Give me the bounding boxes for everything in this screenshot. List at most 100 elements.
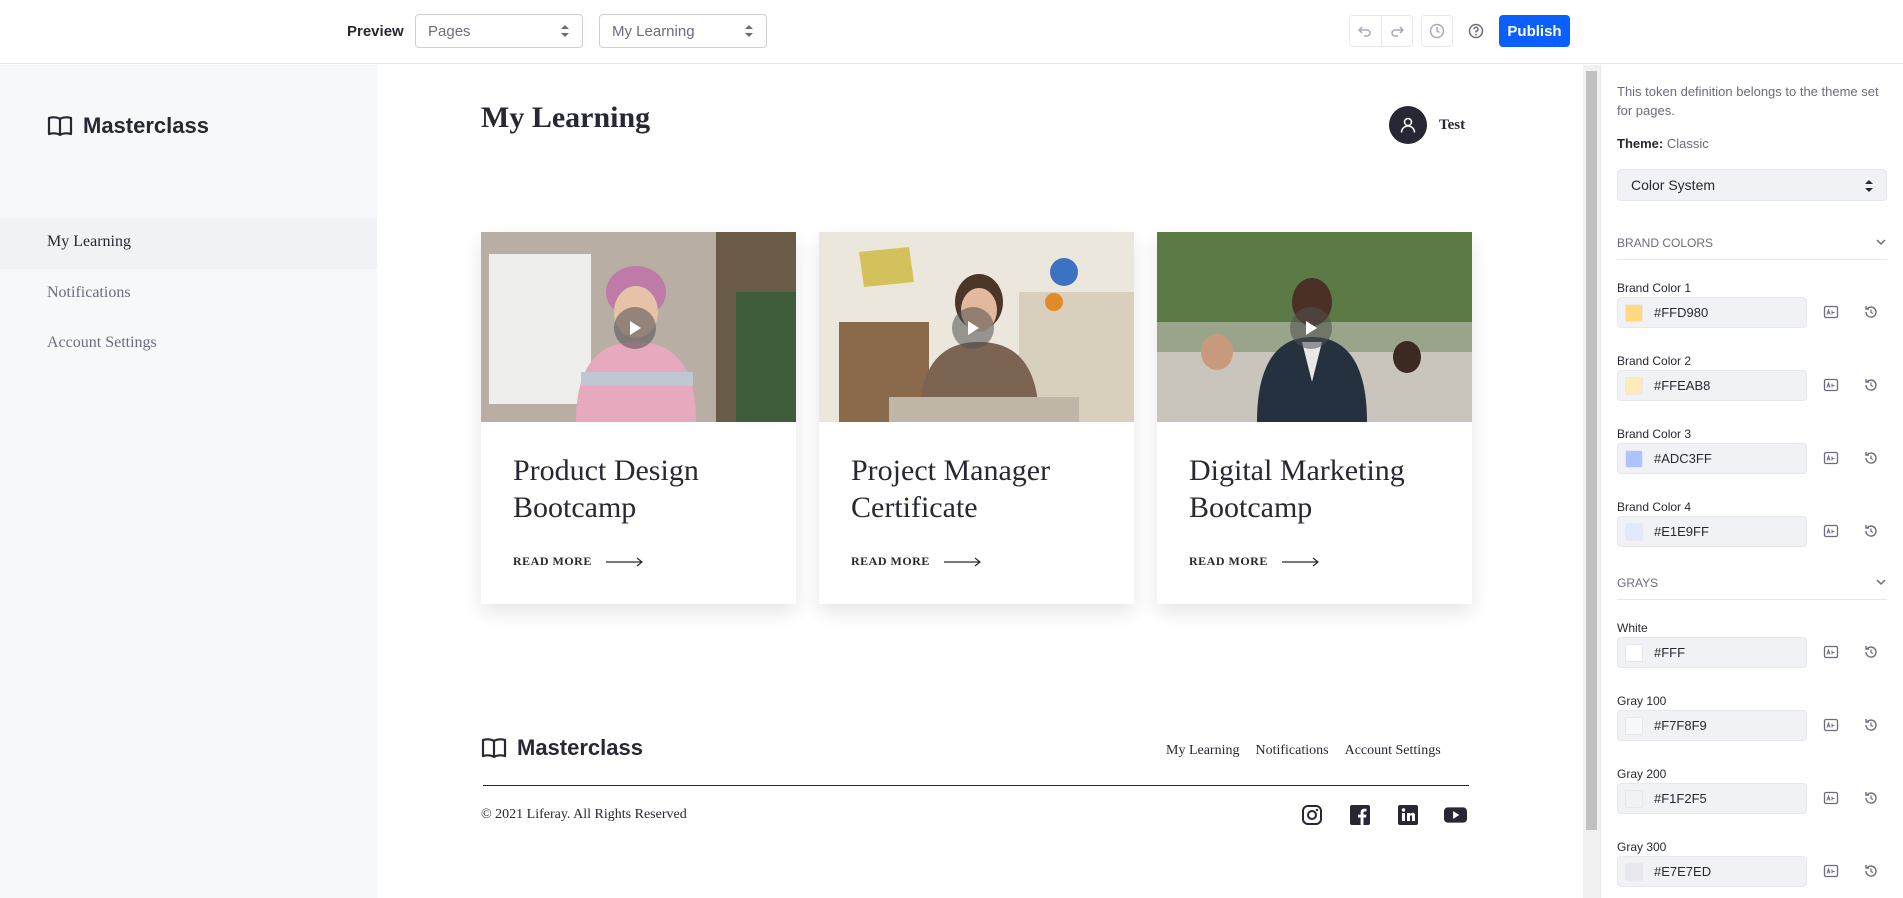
- reset-icon[interactable]: [1863, 450, 1879, 466]
- footer-link-notifications[interactable]: Notifications: [1255, 743, 1328, 759]
- value-from-stylebook-icon[interactable]: [1823, 523, 1839, 539]
- read-more-label: READ MORE: [513, 554, 592, 568]
- read-more-link[interactable]: READ MORE: [1189, 554, 1320, 569]
- chevron-down-icon: [1876, 239, 1886, 246]
- color-swatch[interactable]: [1625, 717, 1643, 735]
- read-more-link[interactable]: READ MORE: [851, 554, 982, 569]
- sidebar-item-account-settings[interactable]: Account Settings: [0, 319, 377, 370]
- reset-icon[interactable]: [1863, 790, 1879, 806]
- token-value: #FFF: [1654, 645, 1686, 660]
- token-category-select[interactable]: Color System: [1617, 169, 1887, 201]
- read-more-link[interactable]: READ MORE: [513, 554, 644, 569]
- instagram-icon[interactable]: [1300, 803, 1323, 826]
- token-label: Gray 200: [1617, 767, 1667, 781]
- youtube-icon[interactable]: [1444, 803, 1467, 826]
- value-from-stylebook-icon[interactable]: [1823, 304, 1839, 320]
- token-row: Gray 300 #E7E7ED: [1617, 840, 1887, 898]
- sidebar-item-my-learning[interactable]: My Learning: [0, 218, 377, 269]
- site-sidebar: Masterclass My Learning Notifications Ac…: [0, 65, 377, 898]
- sidebar-item-notifications[interactable]: Notifications: [0, 269, 377, 320]
- token-value-field[interactable]: #F1F2F5: [1617, 783, 1807, 814]
- value-from-stylebook-icon[interactable]: [1823, 863, 1839, 879]
- footer-link-my-learning[interactable]: My Learning: [1166, 743, 1239, 759]
- theme-value: Classic: [1666, 136, 1709, 151]
- reset-icon[interactable]: [1863, 863, 1879, 879]
- reset-icon[interactable]: [1863, 644, 1879, 660]
- arrow-right-icon: [605, 557, 643, 566]
- footer-divider: [483, 785, 1469, 786]
- clock-icon: [1429, 23, 1445, 39]
- section-brand-colors[interactable]: BRAND COLORS: [1617, 236, 1887, 260]
- course-card[interactable]: Product Design Bootcamp READ MORE: [481, 232, 796, 604]
- token-value-field[interactable]: #E7E7ED: [1617, 856, 1807, 887]
- color-swatch[interactable]: [1625, 450, 1643, 468]
- preview-scrollbar[interactable]: [1583, 65, 1600, 898]
- course-video-thumbnail[interactable]: [1157, 232, 1472, 422]
- user-icon: [1400, 117, 1416, 133]
- value-from-stylebook-icon[interactable]: [1823, 717, 1839, 733]
- value-from-stylebook-icon[interactable]: [1823, 790, 1839, 806]
- token-value-field[interactable]: #ADC3FF: [1617, 443, 1807, 474]
- reset-icon[interactable]: [1863, 377, 1879, 393]
- social-links: [1300, 803, 1467, 826]
- color-swatch[interactable]: [1625, 863, 1643, 881]
- undo-button[interactable]: [1350, 16, 1382, 46]
- color-swatch[interactable]: [1625, 304, 1643, 322]
- value-from-stylebook-icon[interactable]: [1823, 644, 1839, 660]
- token-value-field[interactable]: #F7F8F9: [1617, 710, 1807, 741]
- play-icon: [614, 307, 656, 349]
- course-video-thumbnail[interactable]: [481, 232, 796, 422]
- brand-logo[interactable]: Masterclass: [47, 113, 209, 139]
- token-value-field[interactable]: #FFEAB8: [1617, 370, 1807, 401]
- history-button[interactable]: [1421, 15, 1453, 47]
- token-value-field[interactable]: #E1E9FF: [1617, 516, 1807, 547]
- help-icon: [1468, 23, 1484, 39]
- linkedin-icon[interactable]: [1396, 803, 1419, 826]
- page-select[interactable]: My Learning: [599, 14, 767, 48]
- read-more-label: READ MORE: [851, 554, 930, 568]
- top-toolbar: Preview Pages My Learning Publish: [0, 0, 1903, 64]
- token-row: Gray 100 #F7F8F9: [1617, 694, 1887, 754]
- arrow-right-icon: [1281, 557, 1319, 566]
- course-card[interactable]: Digital Marketing Bootcamp READ MORE: [1157, 232, 1472, 604]
- value-from-stylebook-icon[interactable]: [1823, 450, 1839, 466]
- token-label: Brand Color 2: [1617, 354, 1692, 368]
- redo-button[interactable]: [1382, 16, 1413, 46]
- course-title: Digital Marketing Bootcamp: [1189, 454, 1405, 524]
- course-card[interactable]: Project Manager Certificate READ MORE: [819, 232, 1134, 604]
- publish-button[interactable]: Publish: [1499, 15, 1570, 47]
- token-value-field[interactable]: #FFF: [1617, 637, 1807, 668]
- token-row: Brand Color 2 #FFEAB8: [1617, 354, 1887, 414]
- avatar: [1389, 106, 1427, 144]
- undo-icon: [1358, 26, 1371, 37]
- scrollbar-thumb[interactable]: [1586, 71, 1597, 830]
- token-value: #FFEAB8: [1654, 378, 1711, 393]
- user-name: Test: [1439, 116, 1466, 133]
- footer-brand-name: Masterclass: [517, 735, 643, 760]
- footer-nav: My Learning Notifications Account Settin…: [1166, 743, 1441, 759]
- color-swatch[interactable]: [1625, 644, 1643, 662]
- footer-brand-logo[interactable]: Masterclass: [481, 735, 643, 761]
- color-swatch[interactable]: [1625, 790, 1643, 808]
- reset-icon[interactable]: [1863, 717, 1879, 733]
- token-row: Brand Color 4 #E1E9FF: [1617, 500, 1887, 560]
- token-value: #E1E9FF: [1654, 524, 1709, 539]
- color-swatch[interactable]: [1625, 377, 1643, 395]
- token-value: #FFD980: [1654, 305, 1709, 320]
- token-value: #F1F2F5: [1654, 791, 1707, 806]
- pages-select[interactable]: Pages: [415, 14, 583, 48]
- facebook-icon[interactable]: [1348, 803, 1371, 826]
- reset-icon[interactable]: [1863, 523, 1879, 539]
- color-swatch[interactable]: [1625, 523, 1643, 541]
- help-button[interactable]: [1460, 15, 1492, 47]
- play-icon: [1290, 307, 1332, 349]
- play-icon: [952, 307, 994, 349]
- user-menu[interactable]: Test: [1389, 106, 1465, 144]
- reset-icon[interactable]: [1863, 304, 1879, 320]
- token-value-field[interactable]: #FFD980: [1617, 297, 1807, 328]
- caret-updown-icon: [745, 25, 753, 37]
- course-video-thumbnail[interactable]: [819, 232, 1134, 422]
- section-grays[interactable]: GRAYS: [1617, 576, 1887, 600]
- value-from-stylebook-icon[interactable]: [1823, 377, 1839, 393]
- footer-link-account-settings[interactable]: Account Settings: [1345, 743, 1441, 759]
